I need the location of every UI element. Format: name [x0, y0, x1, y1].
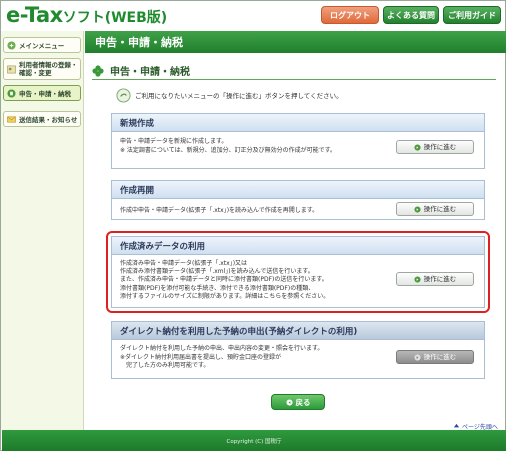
sidebar-item-filing[interactable]: 申告・申請・納税: [3, 85, 81, 101]
proceed-button-disabled[interactable]: 操作に進む: [396, 350, 474, 364]
panel-title: 新規作成: [112, 114, 484, 132]
user-icon: [7, 65, 16, 73]
back-arrow-icon: [285, 398, 293, 406]
panel-prepayment: ダイレクト納付を利用した予納の申出(予納ダイレクトの利用) ダイレクト納付を利用…: [111, 321, 485, 379]
guide-button[interactable]: ご利用ガイド: [443, 6, 501, 24]
page-title-bar: 申告・申請・納税: [85, 31, 506, 53]
panel-title: 作成再開: [112, 181, 484, 199]
arrow-icon: [414, 143, 421, 151]
panel-title: ダイレクト納付を利用した予納の申出(予納ダイレクトの利用): [112, 322, 484, 340]
info-icon: [116, 87, 131, 103]
sidebar-item-user-info[interactable]: 利用者情報の登録・確認・変更: [3, 58, 81, 80]
sidebar-item-label: メインメニュー: [19, 42, 65, 50]
arrow-icon: [414, 205, 421, 213]
back-button-label: 戻る: [295, 397, 311, 407]
app-logo: e-Tax ソフト(WEB版): [6, 3, 167, 29]
sidebar-item-label: 申告・申請・納税: [19, 90, 71, 98]
logo-main-text: e-Tax: [6, 3, 63, 27]
faq-button[interactable]: よくある質問: [383, 6, 439, 24]
proceed-button-label: 操作に進む: [423, 142, 457, 151]
footer-copyright: Copyright (C) 国税庁: [2, 430, 506, 451]
section-heading-text: 申告・申請・納税: [110, 67, 190, 78]
instruction-label: ご利用になりたいメニューの「操作に進む」ボタンを押してください。: [135, 92, 343, 100]
proceed-button[interactable]: 操作に進む: [396, 202, 474, 216]
panel-resume: 作成再開 作成中申告・申請データ(拡張子「.xtx」)を読み込んで作成を再開しま…: [111, 180, 485, 220]
up-arrow-icon: [453, 423, 460, 428]
sidebar-item-label: 送信結果・お知らせ: [19, 116, 78, 124]
instruction-text: ご利用になりたいメニューの「操作に進む」ボタンを押してください。: [116, 87, 343, 103]
arrow-icon: [414, 353, 421, 361]
document-icon: [7, 88, 16, 98]
section-heading: 申告・申請・納税: [92, 62, 496, 80]
proceed-button-label: 操作に進む: [423, 204, 457, 213]
sidebar-item-main-menu[interactable]: メインメニュー: [3, 37, 81, 53]
sidebar-item-label: 利用者情報の登録・確認・変更: [19, 61, 78, 77]
back-button[interactable]: 戻る: [271, 394, 325, 410]
panel-new: 新規作成 申告・申請データを新規に作成します。 ※ 法定調書については、新規分、…: [111, 113, 485, 169]
mail-icon: [7, 116, 16, 122]
sidebar: メインメニュー 利用者情報の登録・確認・変更 申告・申請・納税 送信結果・お知ら…: [1, 31, 84, 430]
highlight-box: [106, 231, 490, 313]
proceed-button[interactable]: 操作に進む: [396, 140, 474, 154]
proceed-button-label: 操作に進む: [423, 352, 457, 361]
app-window: e-Tax ソフト(WEB版) ログアウト よくある質問 ご利用ガイド メインメ…: [0, 0, 506, 451]
sidebar-item-results[interactable]: 送信結果・お知らせ: [3, 111, 81, 127]
clover-icon: [92, 64, 104, 77]
logout-button[interactable]: ログアウト: [321, 6, 379, 24]
logo-sub-text: ソフト(WEB版): [62, 10, 168, 26]
menu-icon: [7, 40, 16, 50]
